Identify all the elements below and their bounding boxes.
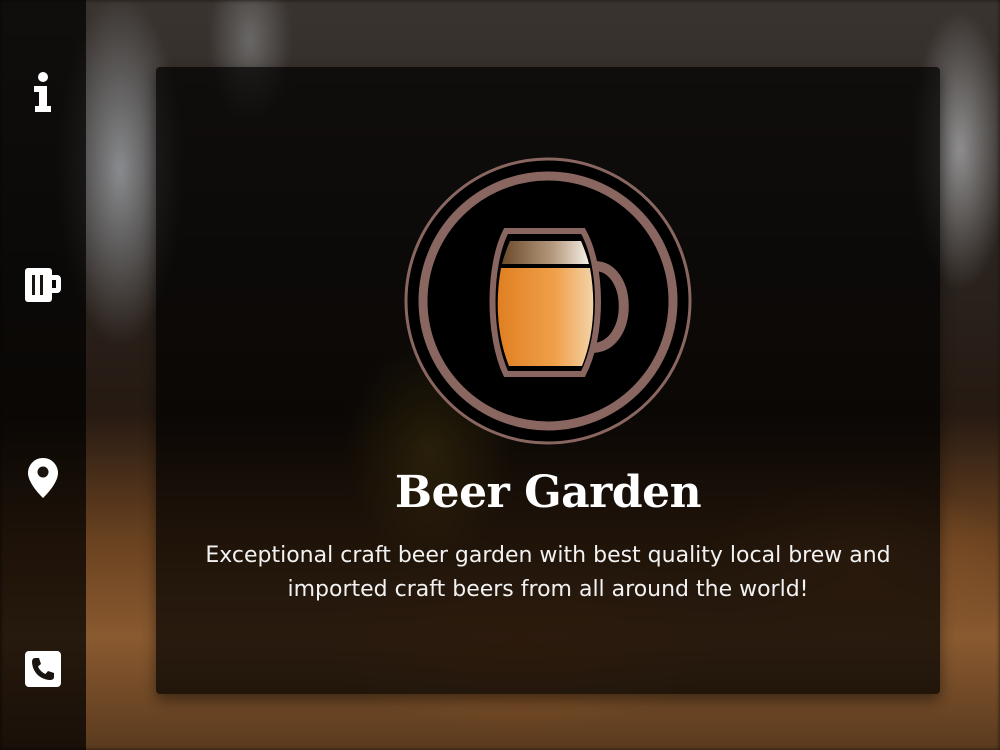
map-marker-icon bbox=[28, 458, 58, 498]
phone-icon bbox=[25, 651, 61, 687]
sidebar-item-info[interactable] bbox=[0, 62, 86, 122]
info-icon bbox=[34, 72, 51, 112]
hero-card: Beer Garden Exceptional craft beer garde… bbox=[156, 67, 940, 694]
sidebar-nav bbox=[0, 0, 86, 750]
page-title: Beer Garden bbox=[394, 467, 702, 518]
beer-mug-icon bbox=[25, 268, 61, 302]
sidebar-item-contact[interactable] bbox=[0, 639, 86, 699]
hero-description: Exceptional craft beer garden with best … bbox=[205, 543, 891, 602]
sidebar-item-beer-menu[interactable] bbox=[0, 255, 86, 315]
sidebar-item-location[interactable] bbox=[0, 448, 86, 508]
beer-mug-logo bbox=[404, 157, 692, 445]
